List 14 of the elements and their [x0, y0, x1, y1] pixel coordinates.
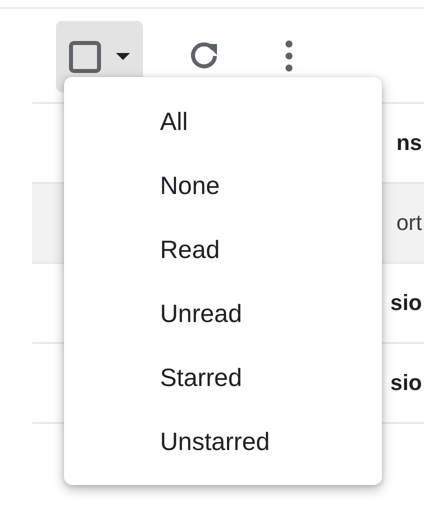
menu-item[interactable]: All — [64, 90, 382, 154]
menu-item[interactable]: Read — [64, 218, 382, 282]
row-text: sio — [390, 370, 423, 396]
row-text: ort — [396, 210, 423, 236]
refresh-icon[interactable] — [189, 40, 219, 70]
menu-item[interactable]: None — [64, 154, 382, 218]
more-options-icon[interactable] — [285, 40, 293, 72]
row-text: sio — [390, 290, 423, 316]
row-text: ns — [396, 130, 423, 156]
menu-item[interactable]: Unstarred — [64, 410, 382, 474]
menu-item[interactable]: Starred — [64, 346, 382, 410]
menu-item[interactable]: Unread — [64, 282, 382, 346]
caret-icon — [116, 53, 130, 60]
checkbox[interactable] — [68, 40, 102, 74]
